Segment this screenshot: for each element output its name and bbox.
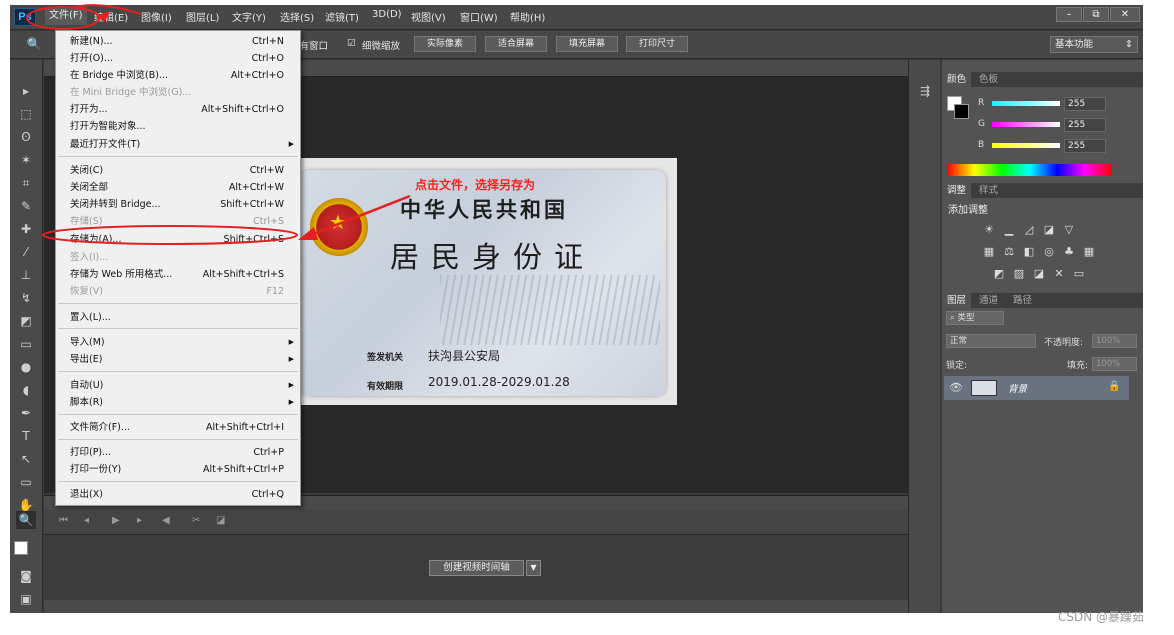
- save-as-highlight-ellipse: [42, 225, 298, 245]
- annotation-arrow-head: [298, 227, 318, 240]
- annotation-arrow-line: [307, 194, 411, 238]
- annotation-swoosh: [69, 4, 141, 15]
- file-menu-highlight-circle: [26, 6, 100, 30]
- watermark: CSDN @暴躁茹: [1058, 610, 1145, 624]
- annotation-text: 点击文件，选择另存为: [415, 178, 536, 192]
- annotation-overlay: [26, 4, 411, 245]
